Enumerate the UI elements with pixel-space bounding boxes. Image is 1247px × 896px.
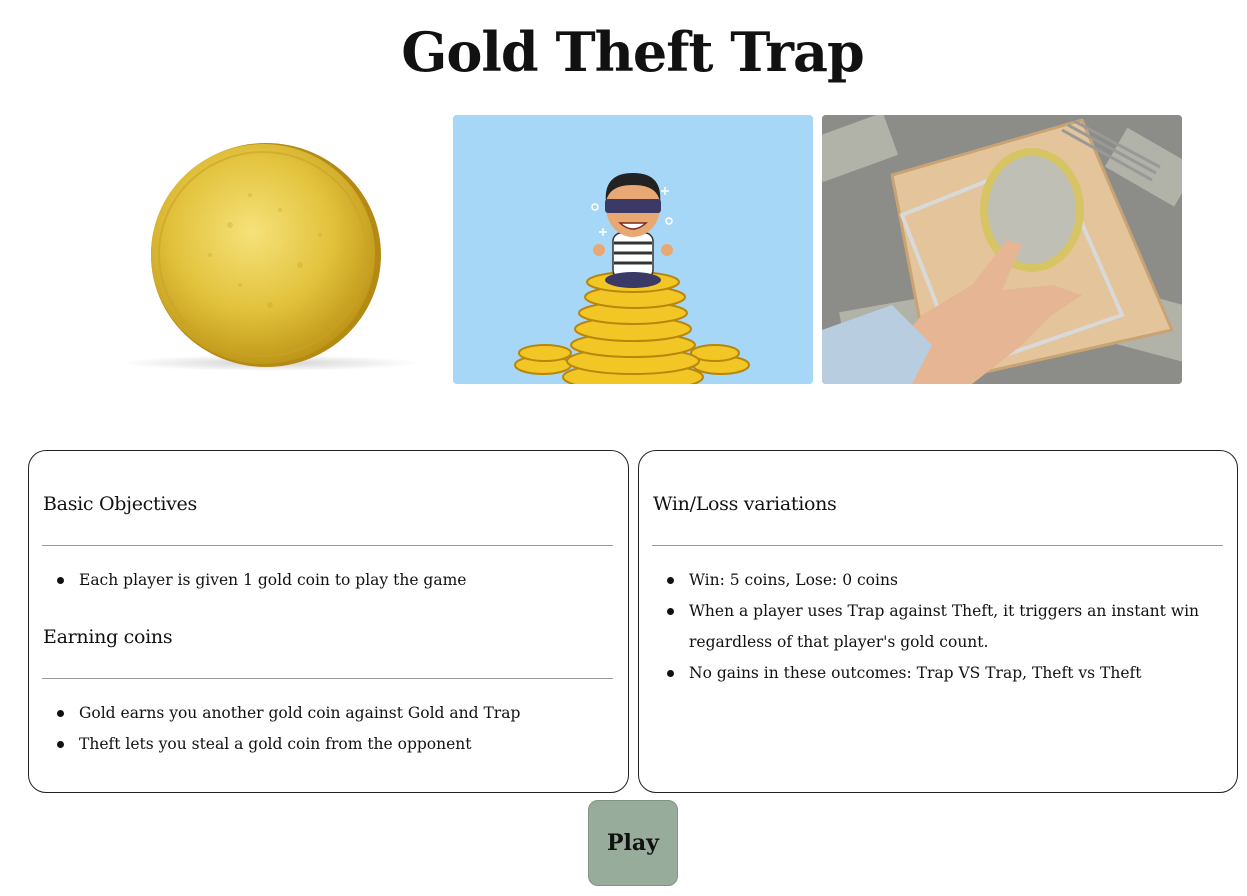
section-heading-basic-objectives: Basic Objectives [43,493,197,515]
divider [42,545,613,546]
section-heading-win-loss: Win/Loss variations [653,493,837,515]
page-title: Gold Theft Trap [401,20,864,84]
gold-coin-image [90,115,445,384]
basic-objectives-list: Each player is given 1 gold coin to play… [56,565,466,596]
thief-on-coins-image [453,115,813,384]
coin-mousetrap-image [822,115,1182,384]
play-button[interactable]: Play [588,800,678,886]
list-item: Gold earns you another gold coin against… [56,698,520,729]
divider [42,678,613,679]
game-start-page: Gold Theft Trap Basic Objectives Each pl… [0,0,1247,896]
divider [652,545,1223,546]
list-item: When a player uses Trap against Theft, i… [667,596,1224,658]
win-loss-panel: Win/Loss variations Win: 5 coins, Lose: … [638,450,1238,793]
list-item: Theft lets you steal a gold coin from th… [56,729,520,760]
objectives-panel: Basic Objectives Each player is given 1 … [28,450,629,793]
list-item: Win: 5 coins, Lose: 0 coins [667,565,1224,596]
win-loss-list: Win: 5 coins, Lose: 0 coins When a playe… [667,565,1224,689]
section-heading-earning-coins: Earning coins [43,626,173,648]
list-item: Each player is given 1 gold coin to play… [56,565,466,596]
earning-coins-list: Gold earns you another gold coin against… [56,698,520,760]
list-item: No gains in these outcomes: Trap VS Trap… [667,658,1224,689]
